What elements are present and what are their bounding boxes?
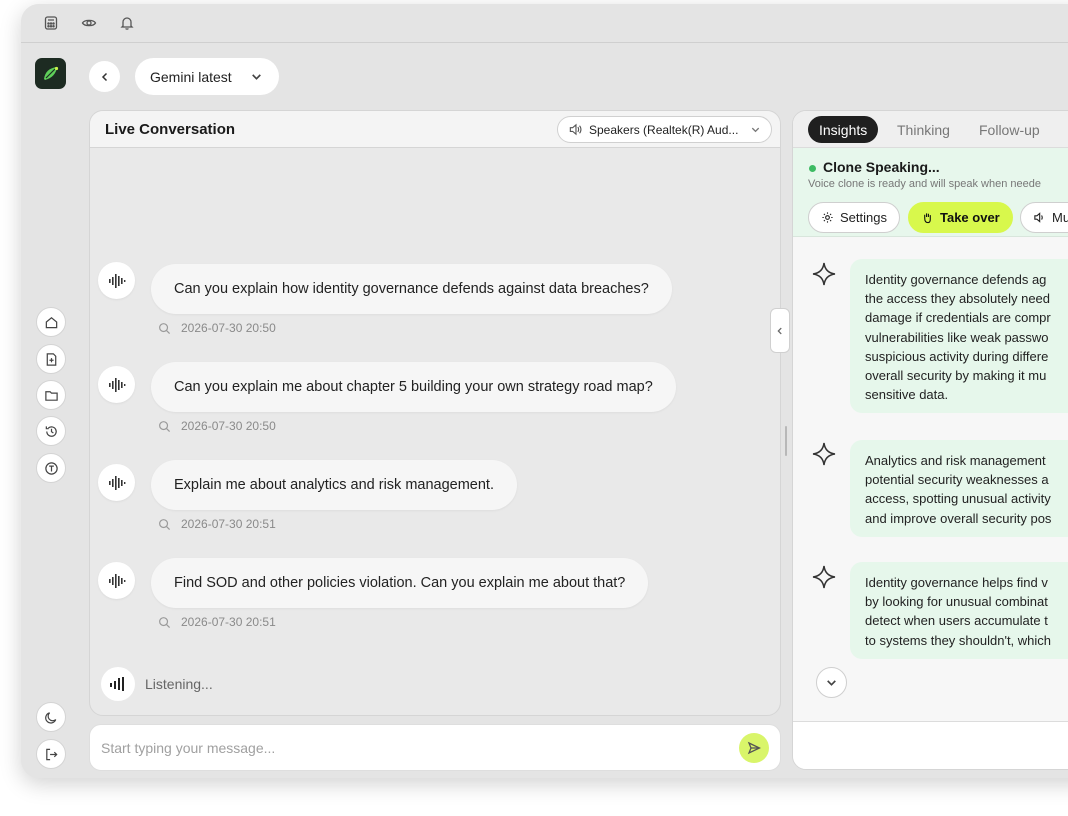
sidebar-text-button[interactable] <box>36 453 66 483</box>
chevron-down-icon <box>252 74 261 80</box>
bell-icon[interactable] <box>119 15 135 31</box>
sidebar-home-button[interactable] <box>36 307 66 337</box>
message-bubble: Can you explain how identity governance … <box>151 264 672 314</box>
back-button[interactable] <box>89 61 120 92</box>
message-timestamp: 2026-07-30 20:50 <box>158 419 276 433</box>
moon-icon <box>44 711 56 724</box>
insight-card: Identity governance defends ag the acces… <box>850 259 1068 413</box>
message-timestamp: 2026-07-30 20:50 <box>158 321 276 335</box>
voice-status-subtitle: Voice clone is ready and will speak when… <box>808 178 1041 190</box>
voice-message-icon <box>98 562 135 599</box>
listening-audio-icon[interactable] <box>101 667 135 701</box>
sparkle-icon <box>811 564 837 590</box>
message-input-bar <box>89 724 781 771</box>
status-indicator <box>809 165 816 172</box>
chevron-down-icon <box>751 127 760 133</box>
text-circle-icon <box>44 461 58 475</box>
search-icon[interactable] <box>158 420 171 433</box>
sparkle-icon <box>811 441 837 467</box>
conversation-title: Live Conversation <box>105 121 236 138</box>
speaker-device-label: Speakers (Realtek(R) Aud... <box>589 122 739 137</box>
send-button[interactable] <box>739 733 769 763</box>
chevron-left-icon <box>777 327 782 334</box>
chevron-down-icon <box>827 680 836 686</box>
theme-toggle-button[interactable] <box>36 702 66 732</box>
message-bubble: Explain me about analytics and risk mana… <box>151 460 517 510</box>
speaker-device-select[interactable]: Speakers (Realtek(R) Aud... <box>557 116 772 143</box>
sparkle-icon <box>811 261 837 287</box>
model-select-label: Gemini latest <box>150 68 232 85</box>
send-icon <box>747 741 761 755</box>
mute-button[interactable]: Mu <box>1020 202 1068 233</box>
voice-message-icon <box>98 464 135 501</box>
tab-follow-up[interactable]: Follow-up <box>968 116 1051 143</box>
speaker-icon <box>569 123 582 136</box>
gear-icon <box>822 212 833 223</box>
search-icon[interactable] <box>158 616 171 629</box>
listening-status: Listening... <box>145 676 213 692</box>
logout-button[interactable] <box>36 739 66 769</box>
voice-clone-status: Clone Speaking... Voice clone is ready a… <box>793 148 1068 237</box>
tab-insights[interactable]: Insights <box>808 116 879 143</box>
insight-card: Identity governance helps find v by look… <box>850 562 1068 659</box>
search-icon[interactable] <box>158 518 171 531</box>
conversation-header: Live Conversation Speakers (Realtek(R) A… <box>90 111 780 148</box>
sidebar-folder-button[interactable] <box>36 380 66 410</box>
file-plus-icon <box>46 352 56 366</box>
speaker-icon <box>1034 212 1043 223</box>
app-window: Gemini latest Live Conversation Speakers… <box>21 4 1068 778</box>
insights-footer <box>793 721 1068 769</box>
voice-message-icon <box>98 366 135 403</box>
take-over-button[interactable]: Take over <box>908 202 1013 233</box>
insights-tabs: Insights Thinking Follow-up <box>793 111 1068 148</box>
folder-icon <box>44 390 58 401</box>
eye-icon[interactable] <box>81 15 97 31</box>
home-icon <box>45 316 57 328</box>
message-bubble: Can you explain me about chapter 5 build… <box>151 362 676 412</box>
chevron-left-icon <box>101 72 107 81</box>
message-timestamp: 2026-07-30 20:51 <box>158 615 276 629</box>
voice-status-title: Clone Speaking... <box>823 159 940 175</box>
panel-resize-grip[interactable] <box>785 426 787 456</box>
settings-button[interactable]: Settings <box>808 202 900 233</box>
voice-message-icon <box>98 262 135 299</box>
insight-card: Analytics and risk management potential … <box>850 440 1068 537</box>
live-conversation-panel: Live Conversation Speakers (Realtek(R) A… <box>89 110 781 716</box>
title-bar <box>21 4 1068 43</box>
message-timestamp: 2026-07-30 20:51 <box>158 517 276 531</box>
calculator-icon[interactable] <box>43 15 59 31</box>
sidebar-add-document-button[interactable] <box>36 344 66 374</box>
sidebar-history-button[interactable] <box>36 416 66 446</box>
history-icon <box>45 425 57 437</box>
hand-icon <box>924 213 931 224</box>
logout-icon <box>45 748 58 760</box>
scroll-down-button[interactable] <box>816 667 847 698</box>
search-icon[interactable] <box>158 322 171 335</box>
model-select[interactable]: Gemini latest <box>135 58 279 95</box>
message-bubble: Find SOD and other policies violation. C… <box>151 558 649 608</box>
insights-panel: Insights Thinking Follow-up Clone Speaki… <box>792 110 1068 770</box>
app-logo <box>35 58 66 89</box>
tab-thinking[interactable]: Thinking <box>886 116 961 143</box>
collapse-panel-handle[interactable] <box>770 308 790 353</box>
message-input[interactable] <box>101 737 701 759</box>
